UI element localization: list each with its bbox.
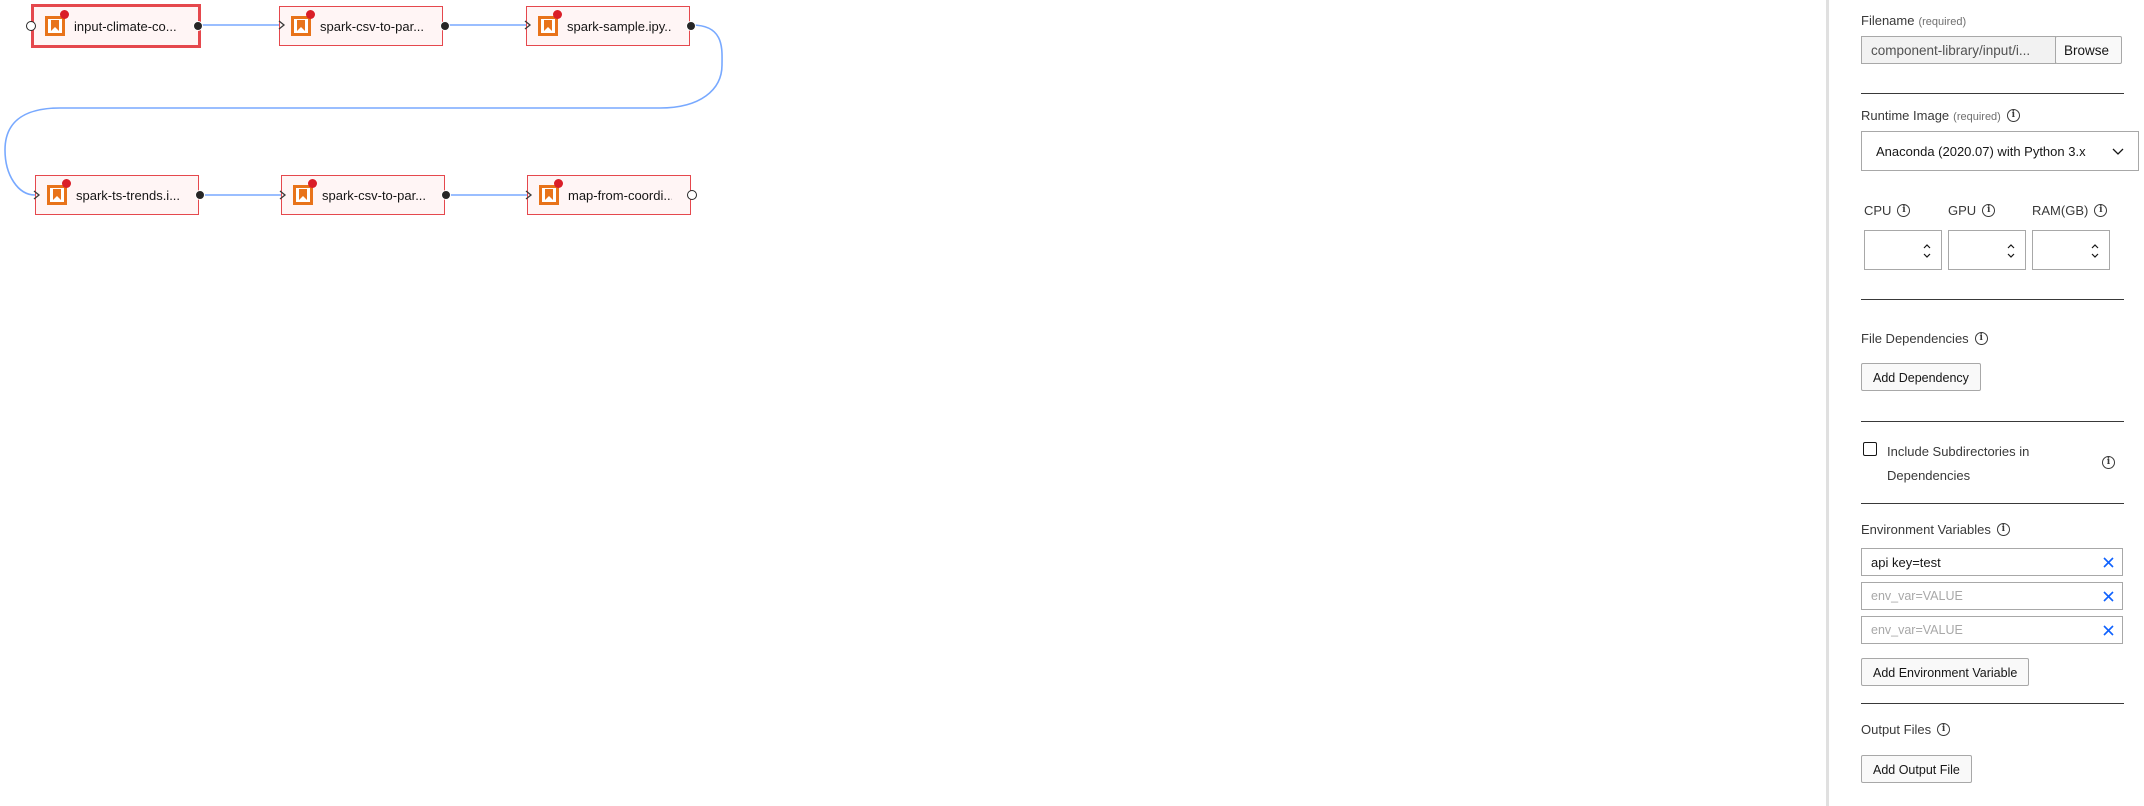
stepper-arrows-icon[interactable] — [2091, 243, 2099, 259]
output-files-section: Output Files i — [1861, 721, 2124, 739]
node-label: map-from-coordi... — [568, 187, 672, 203]
env-var-placeholder: env_var=VALUE — [1871, 623, 1963, 637]
divider — [1861, 703, 2124, 704]
divider — [1861, 503, 2124, 504]
remove-env-var-button[interactable] — [2095, 616, 2123, 644]
gpu-label: GPU — [1948, 203, 1977, 218]
remove-env-var-button[interactable] — [2095, 582, 2123, 610]
include-subdirectories-line2: Dependencies — [1887, 468, 1971, 483]
error-dot-icon — [554, 179, 563, 188]
add-environment-variable-button[interactable]: Add Environment Variable — [1861, 658, 2030, 686]
filename-label: Filename — [1861, 13, 1915, 28]
output-port[interactable] — [195, 190, 205, 200]
required-tag: (required) — [1953, 111, 2001, 123]
close-icon — [2103, 556, 2114, 568]
output-port[interactable] — [193, 21, 203, 31]
error-dot-icon — [306, 10, 315, 19]
output-port[interactable] — [440, 21, 450, 31]
pipeline-node[interactable]: map-from-coordi... — [527, 175, 691, 215]
info-icon[interactable]: i — [1982, 204, 1996, 218]
output-port[interactable] — [441, 190, 451, 200]
cpu-stepper[interactable] — [1864, 230, 1942, 270]
input-port-chevron-icon[interactable] — [31, 190, 41, 200]
node-label: spark-csv-to-par... — [320, 18, 424, 34]
input-port-chevron-icon[interactable] — [276, 20, 286, 30]
runtime-image-section: Runtime Image (required) i — [1861, 107, 2124, 125]
required-tag: (required) — [1918, 16, 1967, 28]
input-port-chevron-icon[interactable] — [277, 190, 287, 200]
close-icon — [2103, 590, 2114, 602]
output-port[interactable] — [687, 190, 697, 200]
divider — [1861, 421, 2124, 422]
close-icon — [2103, 624, 2114, 636]
info-icon[interactable]: i — [1897, 204, 1911, 218]
environment-variables-section: Environment Variables i — [1861, 521, 2124, 539]
output-files-label: Output Files — [1861, 722, 1932, 737]
filename-section: Filename (required) — [1861, 12, 2124, 30]
pipeline-node[interactable]: spark-csv-to-par... — [281, 175, 445, 215]
pipeline-node[interactable]: spark-csv-to-par... — [279, 6, 443, 46]
add-dependency-button[interactable]: Add Dependency — [1861, 363, 1981, 391]
file-dependencies-label: File Dependencies — [1861, 331, 1969, 346]
browse-button[interactable]: Browse — [2055, 36, 2122, 64]
filename-field[interactable]: component-library/input/i... — [1861, 36, 2056, 64]
input-port-chevron-icon[interactable] — [522, 20, 532, 30]
remove-env-var-button[interactable] — [2095, 548, 2123, 576]
pipeline-node[interactable]: spark-ts-trends.i... — [35, 175, 199, 215]
filename-value: component-library/input/i... — [1871, 42, 2031, 58]
info-icon[interactable]: i — [1996, 523, 2010, 537]
ram-label: RAM(GB) — [2032, 203, 2089, 218]
runtime-image-select[interactable]: Anaconda (2020.07) with Python 3.x — [1861, 131, 2139, 171]
chevron-down-icon — [2112, 148, 2124, 155]
runtime-image-label: Runtime Image — [1861, 108, 1950, 123]
output-port[interactable] — [686, 21, 696, 31]
pipeline-canvas[interactable]: input-climate-co... spark-csv-to-par... … — [0, 0, 1825, 806]
env-var-value: api key=test — [1871, 554, 1941, 570]
info-icon[interactable]: i — [2102, 456, 2115, 469]
gpu-stepper[interactable] — [1948, 230, 2026, 270]
gpu-label-group: GPU i — [1948, 202, 1996, 220]
error-dot-icon — [62, 179, 71, 188]
env-var-input[interactable]: env_var=VALUE — [1861, 582, 2096, 610]
divider — [1861, 299, 2124, 300]
node-label: spark-ts-trends.i... — [76, 187, 180, 203]
node-label: input-climate-co... — [74, 18, 177, 34]
info-icon[interactable]: i — [2006, 109, 2020, 123]
include-subdirectories-label: Include Subdirectories in Dependencies — [1887, 440, 2087, 488]
node-label: spark-sample.ipy... — [567, 18, 671, 34]
env-var-placeholder: env_var=VALUE — [1871, 589, 1963, 603]
file-dependencies-section: File Dependencies i — [1861, 330, 2124, 348]
runtime-image-value: Anaconda (2020.07) with Python 3.x — [1876, 143, 2086, 159]
input-port-chevron-icon[interactable] — [523, 190, 533, 200]
cpu-label: CPU — [1864, 203, 1892, 218]
include-subdirectories-checkbox[interactable] — [1863, 442, 1877, 456]
error-dot-icon — [60, 10, 69, 19]
pipeline-node[interactable]: input-climate-co... — [31, 4, 201, 48]
divider — [1861, 93, 2124, 94]
error-dot-icon — [308, 179, 317, 188]
stepper-arrows-icon[interactable] — [2007, 243, 2015, 259]
pipeline-node[interactable]: spark-sample.ipy... — [526, 6, 690, 46]
stepper-arrows-icon[interactable] — [1923, 243, 1931, 259]
error-dot-icon — [553, 10, 562, 19]
info-icon[interactable]: i — [1974, 332, 1988, 346]
add-output-file-button[interactable]: Add Output File — [1861, 755, 1972, 783]
info-icon[interactable]: i — [1937, 723, 1951, 737]
input-port[interactable] — [26, 21, 36, 31]
ram-stepper[interactable] — [2032, 230, 2110, 270]
link-n3-n4 — [4, 24, 723, 196]
node-label: spark-csv-to-par... — [322, 187, 426, 203]
cpu-label-group: CPU i — [1864, 202, 1911, 220]
info-icon[interactable]: i — [2094, 204, 2108, 218]
env-var-input[interactable]: api key=test — [1861, 548, 2096, 576]
node-properties-panel: Filename (required) component-library/inp… — [1826, 0, 2144, 806]
environment-variables-label: Environment Variables — [1861, 522, 1991, 537]
ram-label-group: RAM(GB) i — [2032, 202, 2108, 220]
include-subdirectories-line1: Include Subdirectories in — [1887, 444, 2030, 459]
env-var-input[interactable]: env_var=VALUE — [1861, 616, 2096, 644]
